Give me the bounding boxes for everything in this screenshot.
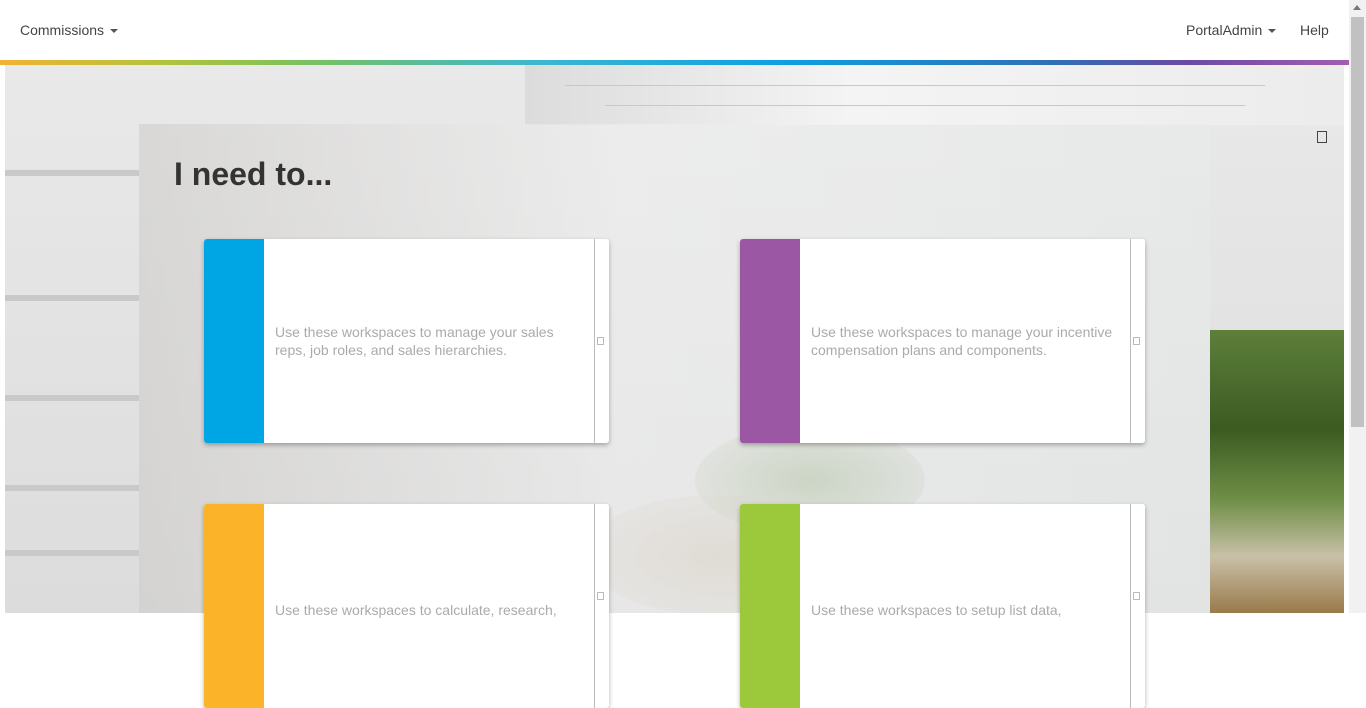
caret-down-icon xyxy=(110,29,119,34)
commissions-menu-label: Commissions xyxy=(20,22,105,38)
plant-wall xyxy=(1210,330,1344,613)
square-outline-icon xyxy=(1133,592,1140,600)
card-accent xyxy=(204,504,264,708)
help-link[interactable]: Help xyxy=(1300,22,1329,38)
caret-down-icon xyxy=(1268,29,1277,34)
scroll-up-icon[interactable] xyxy=(1353,5,1361,10)
square-outline-icon xyxy=(1133,337,1140,345)
square-outline-icon[interactable] xyxy=(1317,131,1327,143)
wall-stripe xyxy=(5,170,139,176)
card-description: Use these workspaces to manage your ince… xyxy=(811,324,1113,358)
card-handle[interactable] xyxy=(594,239,609,443)
card-accent xyxy=(204,239,264,443)
card-description: Use these workspaces to setup list data, xyxy=(811,602,1062,618)
square-outline-icon xyxy=(597,337,604,345)
workspace-card-results[interactable]: Use these workspaces to calculate, resea… xyxy=(204,504,609,708)
ceiling-area xyxy=(525,65,1344,125)
user-menu[interactable]: PortalAdmin xyxy=(1186,22,1277,38)
card-handle[interactable] xyxy=(1130,504,1145,708)
user-menu-label: PortalAdmin xyxy=(1186,22,1263,38)
wall-stripe xyxy=(5,550,139,556)
ceiling-beam xyxy=(565,85,1265,86)
help-link-label: Help xyxy=(1300,22,1329,38)
card-accent xyxy=(740,239,800,443)
top-navbar: Commissions PortalAdmin Help xyxy=(0,0,1349,60)
wall-stripe xyxy=(5,395,139,401)
square-outline-icon xyxy=(597,592,604,600)
workspace-card-setup[interactable]: Use these workspaces to setup list data, xyxy=(740,504,1145,708)
card-accent xyxy=(740,504,800,708)
ceiling-beam xyxy=(605,105,1245,106)
wall-stripe xyxy=(5,295,139,301)
commissions-menu[interactable]: Commissions xyxy=(20,22,119,38)
card-description: Use these workspaces to calculate, resea… xyxy=(275,602,557,618)
scrollbar-thumb[interactable] xyxy=(1351,17,1364,427)
card-description: Use these workspaces to manage your sale… xyxy=(275,324,554,358)
wall-stripe xyxy=(5,485,139,491)
card-handle[interactable] xyxy=(594,504,609,708)
workspace-card-people[interactable]: Use these workspaces to manage your sale… xyxy=(204,239,609,443)
card-handle[interactable] xyxy=(1130,239,1145,443)
workspace-card-plans[interactable]: Use these workspaces to manage your ince… xyxy=(740,239,1145,443)
vertical-scrollbar[interactable] xyxy=(1349,0,1366,613)
page-title: I need to... xyxy=(174,156,333,192)
